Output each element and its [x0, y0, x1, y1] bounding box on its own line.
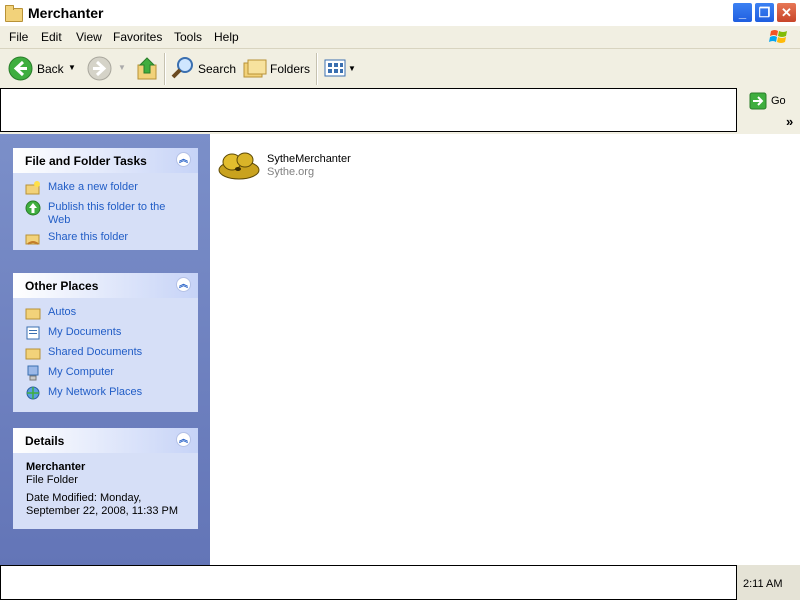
search-icon[interactable]	[171, 56, 195, 80]
title-bar[interactable]: Merchanter _ ❐ ✕	[0, 0, 800, 26]
panel-header[interactable]: File and Folder Tasks ︽	[13, 148, 198, 173]
links-chevron-icon[interactable]: »	[786, 114, 793, 129]
back-arrow-icon[interactable]	[8, 56, 33, 81]
folders-icon[interactable]	[243, 57, 267, 79]
minimize-button[interactable]: _	[732, 2, 753, 23]
file-view[interactable]	[210, 134, 800, 565]
menu-view[interactable]: View	[76, 30, 102, 44]
details-type: File Folder	[26, 474, 78, 486]
menu-favorites[interactable]: Favorites	[113, 30, 162, 44]
system-tray-clock[interactable]: 2:11 AM	[737, 565, 800, 600]
forward-dropdown-icon: ▼	[118, 63, 126, 72]
go-button[interactable]: Go	[771, 95, 786, 107]
menu-file[interactable]: File	[9, 30, 28, 44]
network-icon	[26, 386, 40, 400]
file-folder-tasks-panel: File and Folder Tasks ︽ Make a new folde…	[13, 148, 198, 250]
documents-icon	[26, 326, 40, 340]
back-button[interactable]: Back	[37, 62, 64, 76]
close-button[interactable]: ✕	[776, 2, 797, 23]
panel-title: Other Places	[25, 279, 99, 293]
menu-tools[interactable]: Tools	[174, 30, 202, 44]
details-name: Merchanter	[26, 461, 86, 473]
menu-edit[interactable]: Edit	[41, 30, 62, 44]
menu-help[interactable]: Help	[214, 30, 239, 44]
collapse-chevron-icon[interactable]: ︽	[176, 277, 191, 292]
menu-bar: File Edit View Favorites Tools Help	[0, 26, 800, 49]
views-dropdown-icon[interactable]: ▼	[348, 64, 356, 73]
window-title: Merchanter	[28, 5, 104, 21]
details-panel: Details ︽ Merchanter File Folder Date Mo…	[13, 428, 198, 529]
collapse-chevron-icon[interactable]: ︽	[176, 432, 191, 447]
forward-arrow-icon[interactable]	[87, 56, 112, 81]
panel-header[interactable]: Details ︽	[13, 428, 198, 453]
collapse-chevron-icon[interactable]: ︽	[176, 152, 191, 167]
globe-icon	[25, 200, 41, 216]
taskbar-area	[0, 565, 737, 600]
folder-icon	[25, 308, 41, 320]
panel-title: Details	[25, 434, 65, 448]
toolbar: Back ▼ ▼ Search Folders ▼	[0, 49, 800, 89]
panel-header[interactable]: Other Places ︽	[13, 273, 198, 298]
computer-icon	[27, 365, 39, 381]
panel-title: File and Folder Tasks	[25, 154, 147, 168]
other-places-panel: Other Places ︽ Autos My Documents Shared…	[13, 273, 198, 412]
folder-icon	[5, 5, 23, 22]
toolbar-separator	[316, 53, 318, 85]
go-arrow-icon[interactable]	[749, 92, 767, 110]
toolbar-separator	[164, 53, 166, 85]
merchanter-app-icon[interactable]	[217, 150, 261, 182]
new-folder-icon	[25, 181, 40, 195]
clock-time: 2:11 AM	[743, 578, 783, 590]
details-modified: Date Modified: Monday, September 22, 200…	[26, 492, 179, 517]
file-item-name[interactable]: SytheMerchanter	[267, 153, 351, 165]
views-icon[interactable]	[324, 59, 346, 77]
folder-icon	[25, 348, 41, 360]
share-folder-icon	[25, 234, 40, 245]
restore-button[interactable]: ❐	[754, 2, 775, 23]
address-field[interactable]	[0, 88, 737, 132]
windows-logo-icon	[769, 30, 787, 43]
back-dropdown-icon[interactable]: ▼	[68, 63, 76, 72]
folders-button[interactable]: Folders	[270, 62, 310, 76]
up-folder-icon[interactable]	[136, 56, 160, 82]
search-button[interactable]: Search	[198, 62, 236, 76]
file-item-subtitle: Sythe.org	[267, 166, 315, 178]
